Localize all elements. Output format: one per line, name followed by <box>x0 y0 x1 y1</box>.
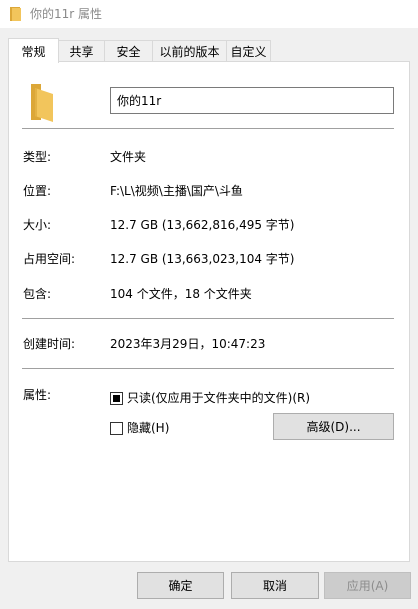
tab-security[interactable]: 安全 <box>104 40 153 62</box>
separator <box>22 368 394 369</box>
cancel-button[interactable]: 取消 <box>231 572 319 599</box>
disk-size-value: 12.7 GB (13,663,023,104 字节) <box>110 252 295 266</box>
tab-sharing[interactable]: 共享 <box>58 40 105 62</box>
hidden-label[interactable]: 隐藏(H) <box>127 420 169 436</box>
general-panel: 类型: 文件夹 位置: F:\L\视频\主播\国产\斗鱼 大小: 12.7 GB… <box>8 61 410 562</box>
apply-button[interactable]: 应用(A) <box>324 572 411 599</box>
folder-large-icon <box>31 84 53 122</box>
tab-previous-versions[interactable]: 以前的版本 <box>152 40 227 62</box>
type-label: 类型: <box>23 150 52 164</box>
tab-general[interactable]: 常规 <box>8 38 59 63</box>
readonly-checkbox-row[interactable]: 只读(仅应用于文件夹中的文件)(R) <box>110 390 310 406</box>
window-title: 你的11r 属性 <box>30 7 103 21</box>
attributes-label: 属性: <box>23 388 52 402</box>
created-value: 2023年3月29日，10:47:23 <box>110 337 266 351</box>
advanced-button[interactable]: 高级(D)... <box>273 413 394 440</box>
separator <box>22 128 394 129</box>
folder-name-input[interactable] <box>110 87 394 114</box>
title-bar: 你的11r 属性 <box>0 0 418 28</box>
hidden-checkbox[interactable] <box>110 421 123 435</box>
folder-icon <box>10 7 21 21</box>
contains-label: 包含: <box>23 287 52 301</box>
size-value: 12.7 GB (13,662,816,495 字节) <box>110 218 295 232</box>
tab-customize[interactable]: 自定义 <box>226 40 271 62</box>
location-value: F:\L\视频\主播\国产\斗鱼 <box>110 184 243 198</box>
disk-size-label: 占用空间: <box>23 252 76 266</box>
separator <box>22 318 394 319</box>
hidden-checkbox-row[interactable]: 隐藏(H) <box>110 420 169 436</box>
size-label: 大小: <box>23 218 52 232</box>
created-label: 创建时间: <box>23 337 76 351</box>
contains-value: 104 个文件，18 个文件夹 <box>110 287 252 301</box>
readonly-checkbox[interactable] <box>110 391 123 405</box>
location-label: 位置: <box>23 184 52 198</box>
ok-button[interactable]: 确定 <box>137 572 224 599</box>
readonly-label[interactable]: 只读(仅应用于文件夹中的文件)(R) <box>127 390 310 406</box>
type-value: 文件夹 <box>110 150 147 164</box>
